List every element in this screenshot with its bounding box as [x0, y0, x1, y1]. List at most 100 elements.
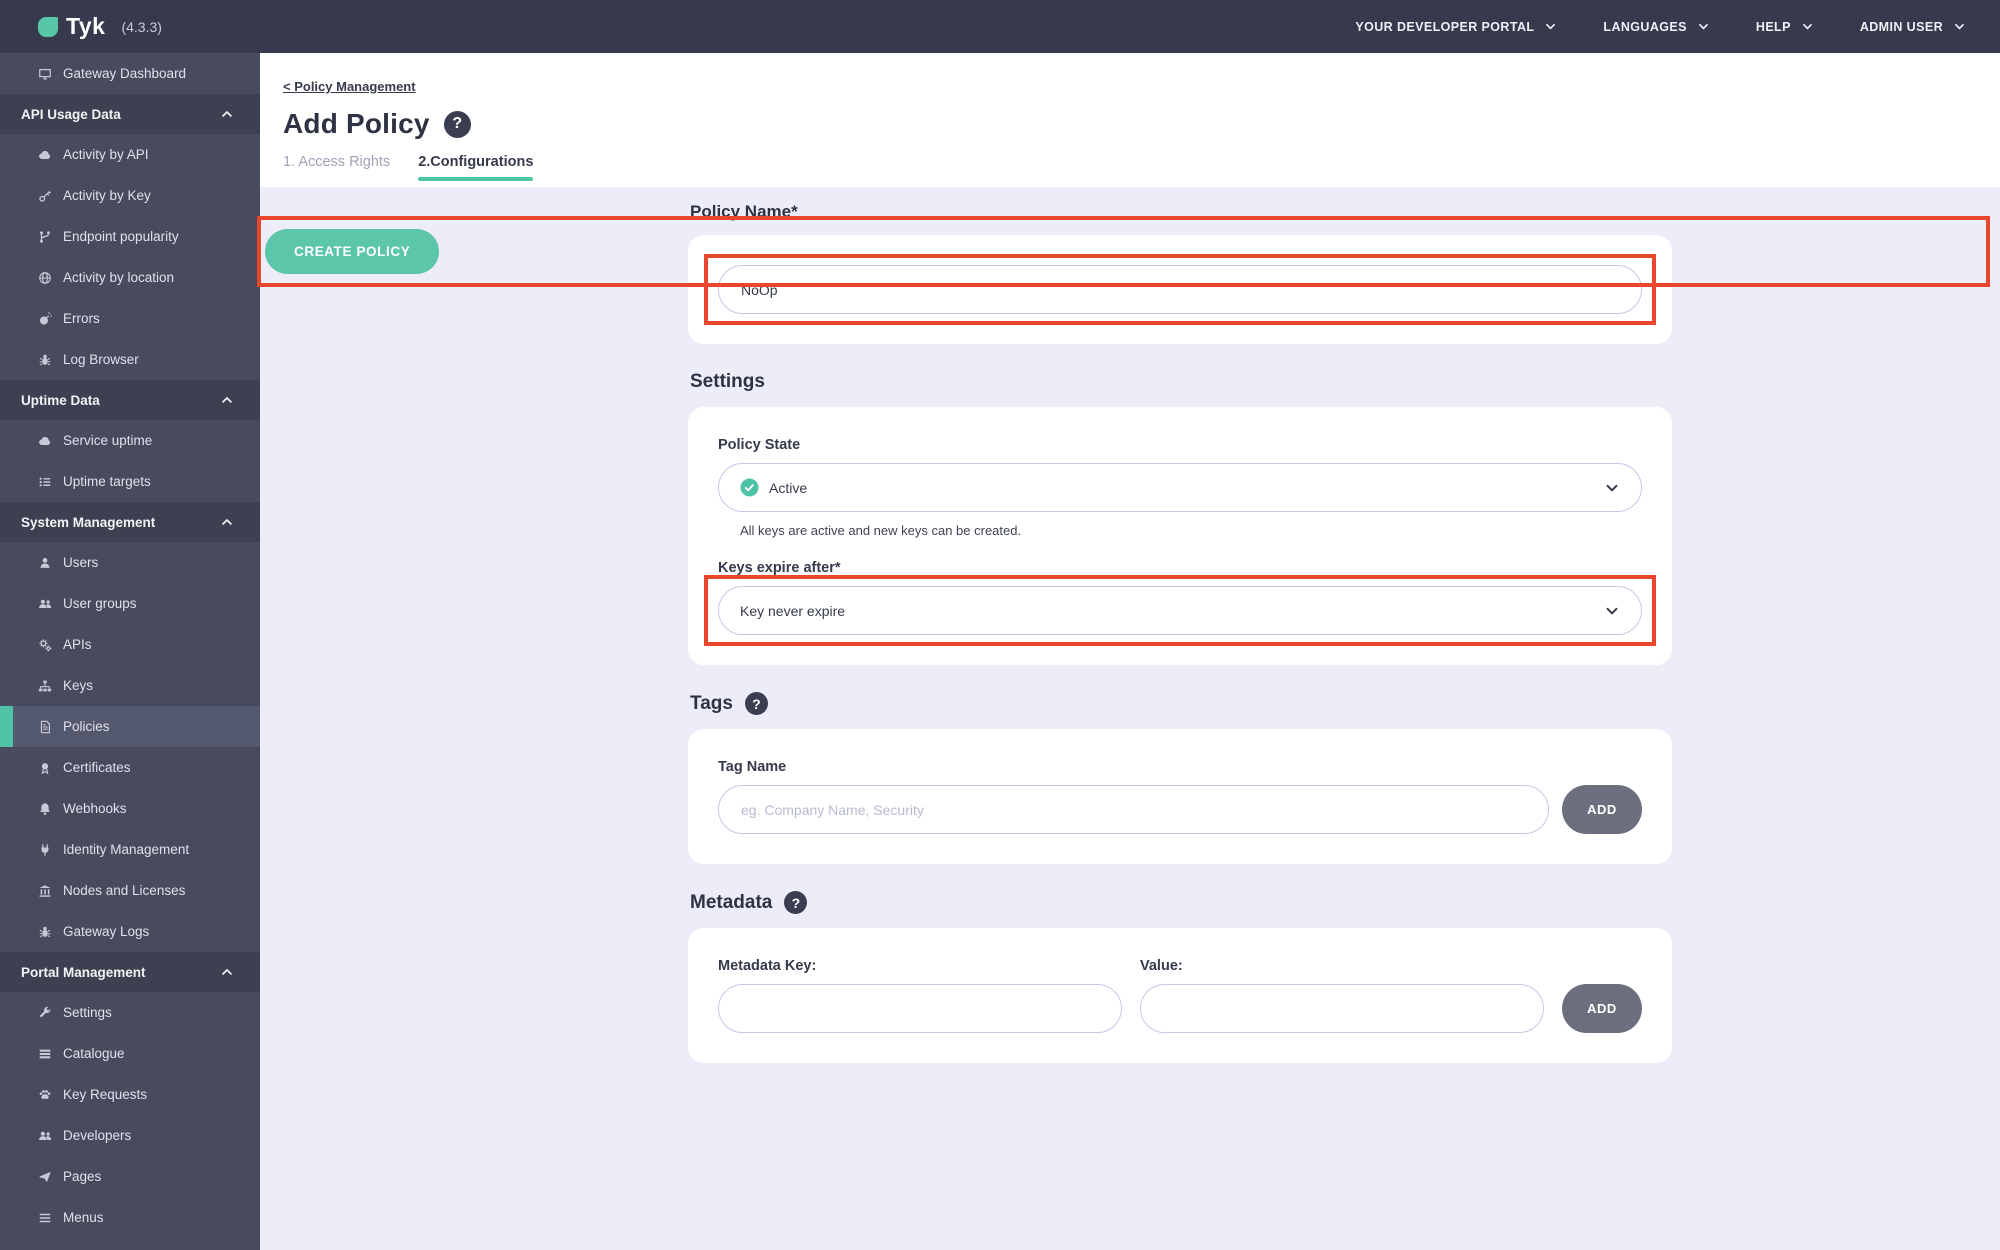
- sidebar-item-label: Pages: [63, 1169, 102, 1184]
- chevron-up-icon: [220, 107, 234, 121]
- sidebar-item-nodes-and-licenses[interactable]: Nodes and Licenses: [0, 870, 260, 911]
- sitemap-icon: [38, 679, 52, 693]
- menu-bars-icon: [38, 1211, 52, 1225]
- sidebar-item-label: Settings: [63, 1005, 112, 1020]
- sidebar-item-gateway-logs[interactable]: Gateway Logs: [0, 911, 260, 952]
- sidebar-section-uptime-data[interactable]: Uptime Data: [0, 380, 260, 420]
- sidebar-item-webhooks[interactable]: Webhooks: [0, 788, 260, 829]
- sidebar-section-system-management[interactable]: System Management: [0, 502, 260, 542]
- create-policy-wrap: CREATE POLICY: [257, 216, 1990, 287]
- sidebar-item-label: Gateway Dashboard: [63, 66, 187, 81]
- metadata-value-label: Value:: [1140, 958, 1183, 974]
- sidebar-item-label: Errors: [63, 311, 100, 326]
- policy-state-select[interactable]: Active: [718, 463, 1642, 512]
- sidebar-item-endpoint-popularity[interactable]: Endpoint popularity: [0, 216, 260, 257]
- sidebar-item-catalogue[interactable]: Catalogue: [0, 1033, 260, 1074]
- sidebar-item-policies[interactable]: Policies: [0, 706, 260, 747]
- breadcrumb[interactable]: < Policy Management: [283, 79, 416, 94]
- sidebar-item-settings[interactable]: Settings: [0, 992, 260, 1033]
- tab-configurations[interactable]: 2.Configurations: [418, 154, 534, 181]
- policy-name-label: Policy Name*: [690, 202, 798, 221]
- tab-access-rights[interactable]: 1. Access Rights: [283, 154, 390, 181]
- sidebar-item-errors[interactable]: Errors: [0, 298, 260, 339]
- sidebar-item-label: Keys: [63, 678, 94, 693]
- sidebar-item-label: Activity by location: [63, 270, 175, 285]
- menu-help[interactable]: HELP: [1756, 20, 1814, 34]
- tag-name-label: Tag Name: [718, 759, 787, 775]
- sidebar-item-label: Key Requests: [63, 1087, 148, 1102]
- sidebar-item-identity-management[interactable]: Identity Management: [0, 829, 260, 870]
- chevron-up-icon: [220, 965, 234, 979]
- policy-state-value: Active: [769, 479, 808, 496]
- menu-developer-portal[interactable]: YOUR DEVELOPER PORTAL: [1355, 20, 1557, 34]
- sidebar-item-label: Uptime targets: [63, 474, 151, 489]
- chevron-up-icon: [220, 393, 234, 407]
- policy-state-helper: All keys are active and new keys can be …: [740, 523, 1022, 538]
- wrench-icon: [38, 1006, 52, 1020]
- help-icon[interactable]: ?: [744, 692, 768, 715]
- chevron-down-icon: [1604, 480, 1620, 496]
- menu-admin-user[interactable]: ADMIN USER: [1860, 20, 1966, 34]
- users-icon: [38, 1129, 52, 1143]
- help-icon[interactable]: ?: [443, 110, 471, 138]
- sidebar-item-label: Service uptime: [63, 433, 153, 448]
- sidebar-item-label: Developers: [63, 1128, 132, 1143]
- sidebar-item-activity-by-api[interactable]: Activity by API: [0, 134, 260, 175]
- certificate-icon: [38, 761, 52, 775]
- chevron-down-icon: [1697, 20, 1710, 33]
- chevron-down-icon: [1604, 603, 1620, 619]
- brand[interactable]: Tyk (4.3.3): [38, 13, 162, 40]
- sidebar-item-label: Policies: [63, 719, 110, 734]
- sidebar-item-label: Users: [63, 555, 99, 570]
- key-icon: [38, 189, 52, 203]
- list-icon: [38, 475, 52, 489]
- chevron-down-icon: [1953, 20, 1966, 33]
- chevron-down-icon: [1801, 20, 1814, 33]
- create-policy-button[interactable]: CREATE POLICY: [265, 229, 440, 274]
- menu-languages[interactable]: LANGUAGES: [1603, 20, 1709, 34]
- sidebar-item-developers[interactable]: Developers: [0, 1115, 260, 1156]
- menu-label: ADMIN USER: [1859, 19, 1943, 34]
- add-tag-button[interactable]: ADD: [1562, 785, 1642, 834]
- sidebar-item-menus[interactable]: Menus: [0, 1197, 260, 1238]
- keys-expire-label: Keys expire after*: [718, 560, 841, 576]
- sidebar-section-api-usage-data[interactable]: API Usage Data: [0, 94, 260, 134]
- content-body: Policy Name* Settings Policy State Activ…: [260, 187, 2000, 1250]
- sidebar-item-users[interactable]: Users: [0, 542, 260, 583]
- tag-name-input[interactable]: [718, 785, 1549, 834]
- metadata-value-input[interactable]: [1140, 984, 1544, 1033]
- paper-plane-icon: [38, 1170, 52, 1184]
- globe-icon: [38, 271, 52, 285]
- bell-icon: [38, 802, 52, 816]
- gears-icon: [38, 638, 52, 652]
- sidebar-item-label: Activity by API: [63, 147, 149, 162]
- sidebar-item-key-requests[interactable]: Key Requests: [0, 1074, 260, 1115]
- add-metadata-button[interactable]: ADD: [1562, 984, 1642, 1033]
- menu-label: LANGUAGES: [1603, 19, 1687, 34]
- sidebar-section-portal-management[interactable]: Portal Management: [0, 952, 260, 992]
- sidebar-item-apis[interactable]: APIs: [0, 624, 260, 665]
- sidebar-item-log-browser[interactable]: Log Browser: [0, 339, 260, 380]
- sidebar-item-service-uptime[interactable]: Service uptime: [0, 420, 260, 461]
- check-circle-icon: [740, 478, 759, 497]
- sidebar-item-keys[interactable]: Keys: [0, 665, 260, 706]
- chevron-down-icon: [1544, 20, 1557, 33]
- metadata-key-input[interactable]: [718, 984, 1122, 1033]
- sidebar-item-uptime-targets[interactable]: Uptime targets: [0, 461, 260, 502]
- sidebar-item-user-groups[interactable]: User groups: [0, 583, 260, 624]
- bank-icon: [38, 884, 52, 898]
- section-label: System Management: [21, 514, 156, 530]
- sidebar-item-certificates[interactable]: Certificates: [0, 747, 260, 788]
- section-label: API Usage Data: [21, 106, 121, 122]
- help-icon[interactable]: ?: [784, 891, 808, 914]
- sidebar: Gateway Dashboard API Usage Data Activit…: [0, 53, 260, 1250]
- metadata-card: Metadata Key: Value: ADD: [688, 928, 1672, 1063]
- section-label: Uptime Data: [21, 392, 100, 408]
- policy-icon: [38, 720, 52, 734]
- sidebar-item-label: Identity Management: [63, 842, 190, 857]
- sidebar-item-pages[interactable]: Pages: [0, 1156, 260, 1197]
- sidebar-item-activity-by-location[interactable]: Activity by location: [0, 257, 260, 298]
- sidebar-item-gateway-dashboard[interactable]: Gateway Dashboard: [0, 53, 260, 94]
- sidebar-item-activity-by-key[interactable]: Activity by Key: [0, 175, 260, 216]
- keys-expire-select[interactable]: Key never expire: [718, 586, 1642, 635]
